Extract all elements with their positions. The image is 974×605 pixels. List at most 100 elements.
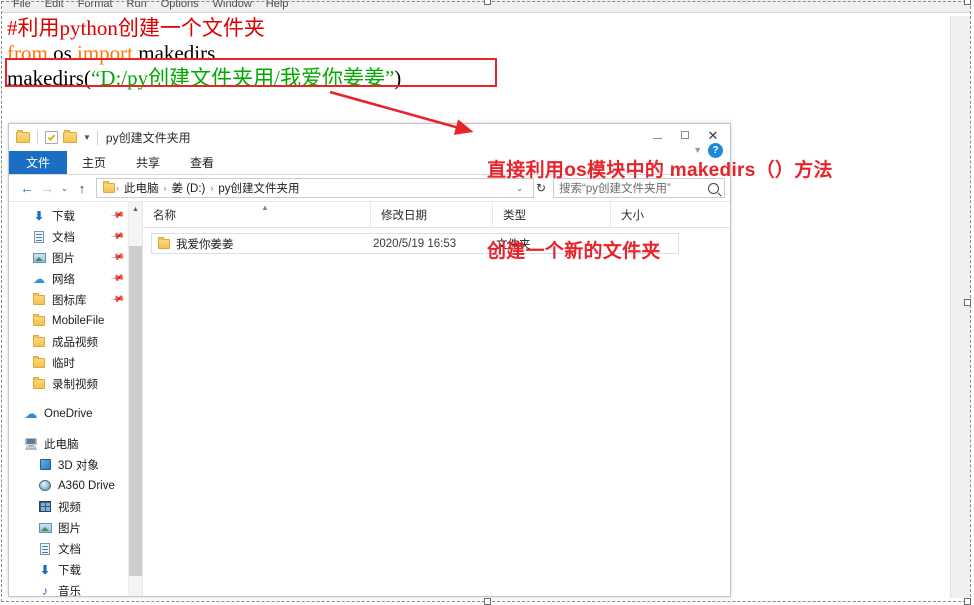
menu-item-file[interactable]: File <box>6 0 38 12</box>
resize-handle-tr[interactable] <box>964 0 971 5</box>
annotation-line-1: 直接利用os模块中的 makedirs（）方法 <box>487 160 833 181</box>
nav-item-temp[interactable]: 临时 <box>9 352 129 373</box>
resize-handle-right[interactable] <box>964 299 971 306</box>
nav-item-a360-drive[interactable]: A360 Drive <box>9 475 129 496</box>
tab-view[interactable]: 查看 <box>175 151 229 174</box>
folder-icon <box>31 313 47 326</box>
menu-item-run[interactable]: Run <box>120 0 154 12</box>
nav-item-mobilefile[interactable]: MobileFile <box>9 310 129 331</box>
nav-label: 音乐 <box>58 585 81 597</box>
network-icon: ☁ <box>33 271 45 286</box>
nav-label: 3D 对象 <box>58 459 99 472</box>
pin-icon[interactable]: 📌 <box>110 250 125 265</box>
menu-item-window[interactable]: Window <box>206 0 259 12</box>
nav-item-icon-library[interactable]: 图标库 📌 <box>9 289 129 310</box>
nav-item-network-qa[interactable]: ☁ 网络 📌 <box>9 268 129 289</box>
3d-objects-icon <box>37 459 53 470</box>
idle-vertical-scrollbar[interactable] <box>950 16 970 598</box>
pin-icon[interactable]: 📌 <box>110 229 125 244</box>
breadcrumb-item-this-pc[interactable]: 此电脑 <box>120 180 163 196</box>
nav-label: OneDrive <box>44 407 93 420</box>
up-button[interactable]: ↑ <box>72 178 92 198</box>
a360-drive-icon <box>37 480 53 491</box>
window-title: py创建文件夹用 <box>105 131 191 145</box>
nav-item-pictures[interactable]: 图片 <box>9 517 129 538</box>
column-label: 名称 <box>153 209 176 222</box>
nav-item-recorded-videos[interactable]: 录制视频 <box>9 373 129 394</box>
code-highlight-box <box>5 58 497 87</box>
nav-item-documents-qa[interactable]: 文档 📌 <box>9 226 129 247</box>
nav-label: 文档 <box>52 231 75 244</box>
pictures-icon <box>37 522 53 533</box>
pin-icon[interactable]: 📌 <box>110 292 125 307</box>
folder-icon <box>31 292 47 305</box>
folder-icon <box>31 376 47 389</box>
document-icon <box>37 542 53 555</box>
toolbar-divider <box>37 131 38 144</box>
pin-icon[interactable]: 📌 <box>110 271 125 286</box>
code-line-1: #利用python创建一个文件夹 <box>2 16 944 41</box>
folder-icon[interactable] <box>16 130 30 143</box>
tab-share[interactable]: 共享 <box>121 151 175 174</box>
nav-item-downloads-qa[interactable]: ⬇ 下载 📌 <box>9 205 129 226</box>
tab-home[interactable]: 主页 <box>67 151 121 174</box>
nav-label: 临时 <box>52 357 75 370</box>
nav-label: 文档 <box>58 543 81 556</box>
column-header-name[interactable]: 名称 ▲ <box>143 202 371 227</box>
nav-item-downloads[interactable]: ⬇ 下载 <box>9 559 129 580</box>
tab-file[interactable]: 文件 <box>9 151 68 174</box>
nav-item-documents[interactable]: 文档 <box>9 538 129 559</box>
nav-label: 下载 <box>52 210 75 223</box>
column-header-date[interactable]: 修改日期 <box>371 202 493 227</box>
pictures-icon <box>31 252 47 263</box>
chevron-down-icon[interactable]: ▼ <box>83 133 91 142</box>
nav-label: 图片 <box>52 252 75 265</box>
music-icon: ♪ <box>42 583 48 597</box>
nav-item-videos[interactable]: 视频 <box>9 496 129 517</box>
pin-icon[interactable]: 📌 <box>110 208 125 223</box>
new-folder-icon[interactable] <box>63 130 77 143</box>
nav-pane-scrollbar[interactable]: ▲ <box>128 202 142 596</box>
nav-label: 下载 <box>58 564 81 577</box>
menu-item-help[interactable]: Help <box>259 0 296 12</box>
resize-handle-br[interactable] <box>964 598 971 605</box>
document-icon <box>31 230 47 243</box>
nav-scrollbar-thumb[interactable] <box>129 246 142 576</box>
cloud-icon: ☁ <box>24 406 38 421</box>
back-button[interactable]: ← <box>17 178 37 198</box>
code-comment: #利用python创建一个文件夹 <box>7 16 265 40</box>
annotation-text: 直接利用os模块中的 makedirs（）方法 创建一个新的文件夹 <box>487 103 833 319</box>
download-icon: ⬇ <box>33 208 45 223</box>
folder-icon <box>158 236 170 249</box>
resize-handle-top[interactable] <box>484 0 491 5</box>
nav-item-this-pc[interactable]: 🖥 此电脑 <box>9 433 129 454</box>
nav-item-pictures-qa[interactable]: 图片 📌 <box>9 247 129 268</box>
folder-icon-breadcrumb <box>103 181 115 193</box>
download-icon: ⬇ <box>39 562 51 577</box>
menu-item-format[interactable]: Format <box>71 0 120 12</box>
forward-button[interactable]: → <box>37 178 57 198</box>
screenshot-root: File Edit Format Run Options Window Help… <box>0 0 974 605</box>
annotation-line-2: 创建一个新的文件夹 <box>487 241 661 262</box>
nav-item-music[interactable]: ♪ 音乐 <box>9 580 129 597</box>
properties-icon[interactable] <box>45 131 58 144</box>
folder-icon <box>31 355 47 368</box>
breadcrumb-item-current-folder[interactable]: py创建文件夹用 <box>214 180 303 196</box>
breadcrumb-item-drive-d[interactable]: 姜 (D:) <box>168 180 210 196</box>
nav-item-finished-videos[interactable]: 成品视频 <box>9 331 129 352</box>
title-divider <box>96 130 98 145</box>
file-name-cell: 我爱你姜姜 <box>152 236 373 252</box>
nav-item-onedrive[interactable]: ☁ OneDrive <box>9 403 129 424</box>
nav-item-3d-objects[interactable]: 3D 对象 <box>9 454 129 475</box>
scroll-up-icon[interactable]: ▲ <box>129 202 142 216</box>
navigation-pane: ⬇ 下载 📌 文档 📌 图片 📌 ☁ 网络 📌 图标库 📌 MobileFile… <box>9 202 142 596</box>
this-pc-icon: 🖥 <box>23 436 39 451</box>
resize-handle-bottom[interactable] <box>484 598 491 605</box>
nav-label: 成品视频 <box>52 336 98 349</box>
address-bar[interactable]: › 此电脑 › 姜 (D:) › py创建文件夹用 ⌄ <box>96 178 534 198</box>
menu-item-edit[interactable]: Edit <box>38 0 71 12</box>
recent-locations-button[interactable]: ⌄ <box>57 178 72 198</box>
menu-item-options[interactable]: Options <box>154 0 206 12</box>
breadcrumb: › 此电脑 › 姜 (D:) › py创建文件夹用 <box>101 180 510 196</box>
sort-ascending-icon: ▲ <box>261 203 269 212</box>
